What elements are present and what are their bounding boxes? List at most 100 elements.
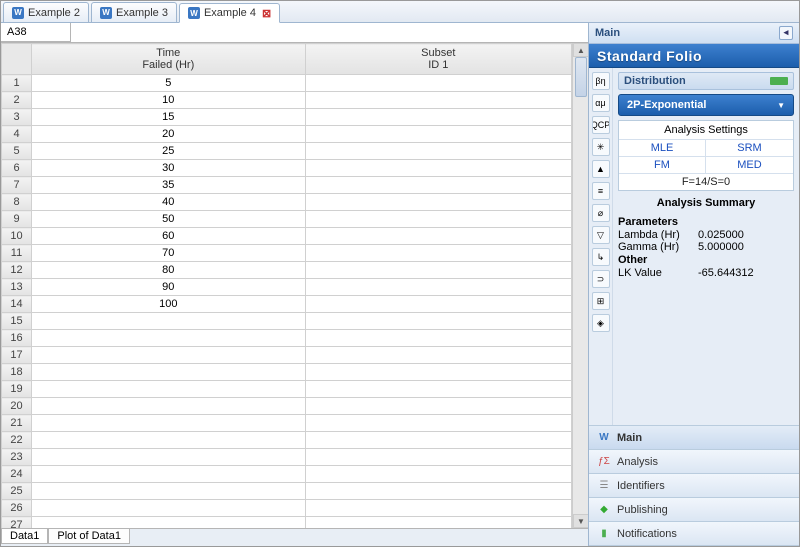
row-header[interactable]: 25 [2, 483, 32, 500]
accordion-item-identifiers[interactable]: ☰Identifiers [589, 474, 799, 498]
collapse-panel-icon[interactable]: ◂ [779, 26, 793, 40]
table-row[interactable]: 14100 [2, 296, 572, 313]
scroll-thumb[interactable] [575, 57, 587, 97]
cell-time[interactable]: 15 [32, 109, 306, 126]
cell-subset[interactable] [305, 415, 571, 432]
tool-button-6[interactable]: ⌀ [592, 204, 610, 222]
cell-time[interactable]: 10 [32, 92, 306, 109]
cell-time[interactable]: 60 [32, 228, 306, 245]
row-header[interactable]: 24 [2, 466, 32, 483]
cell-time[interactable] [32, 364, 306, 381]
cell-subset[interactable] [305, 449, 571, 466]
cell-subset[interactable] [305, 262, 571, 279]
cell-subset[interactable] [305, 483, 571, 500]
cell-time[interactable]: 90 [32, 279, 306, 296]
cell-time[interactable]: 35 [32, 177, 306, 194]
tool-button-1[interactable]: αμ [592, 94, 610, 112]
cell-time[interactable]: 50 [32, 211, 306, 228]
document-tab-0[interactable]: WExample 2 [3, 2, 89, 22]
tool-button-8[interactable]: ↳ [592, 248, 610, 266]
cell-subset[interactable] [305, 279, 571, 296]
table-row[interactable]: 25 [2, 483, 572, 500]
table-row[interactable]: 16 [2, 330, 572, 347]
table-row[interactable]: 26 [2, 500, 572, 517]
cell-subset[interactable] [305, 500, 571, 517]
cell-subset[interactable] [305, 245, 571, 262]
table-row[interactable]: 630 [2, 160, 572, 177]
cell-subset[interactable] [305, 75, 571, 92]
scroll-down-arrow[interactable]: ▼ [573, 514, 588, 528]
accordion-item-publishing[interactable]: ◆Publishing [589, 498, 799, 522]
cell-subset[interactable] [305, 432, 571, 449]
sheet-tab-plot[interactable]: Plot of Data1 [48, 529, 130, 544]
tool-button-0[interactable]: βη [592, 72, 610, 90]
cell-time[interactable] [32, 381, 306, 398]
cell-time[interactable]: 40 [32, 194, 306, 211]
table-row[interactable]: 950 [2, 211, 572, 228]
cell-time[interactable]: 20 [32, 126, 306, 143]
cell-subset[interactable] [305, 381, 571, 398]
table-row[interactable]: 24 [2, 466, 572, 483]
cell-subset[interactable] [305, 466, 571, 483]
row-header[interactable]: 23 [2, 449, 32, 466]
row-header[interactable]: 18 [2, 364, 32, 381]
row-header[interactable]: 21 [2, 415, 32, 432]
row-header[interactable]: 4 [2, 126, 32, 143]
table-row[interactable]: 18 [2, 364, 572, 381]
row-header[interactable]: 2 [2, 92, 32, 109]
close-icon[interactable]: ⊠ [262, 7, 271, 20]
table-row[interactable]: 22 [2, 432, 572, 449]
table-row[interactable]: 23 [2, 449, 572, 466]
row-header[interactable]: 16 [2, 330, 32, 347]
row-header[interactable]: 9 [2, 211, 32, 228]
tool-button-11[interactable]: ◈ [592, 314, 610, 332]
setting-med[interactable]: MED [706, 157, 793, 174]
cell-time[interactable]: 70 [32, 245, 306, 262]
row-header[interactable]: 13 [2, 279, 32, 296]
table-row[interactable]: 15 [2, 313, 572, 330]
table-row[interactable]: 20 [2, 398, 572, 415]
row-header[interactable]: 6 [2, 160, 32, 177]
row-header[interactable]: 3 [2, 109, 32, 126]
accordion-item-main[interactable]: WMain [589, 426, 799, 450]
vertical-scrollbar[interactable]: ▲ ▼ [572, 43, 588, 528]
distribution-dropdown[interactable]: 2P-Exponential ▼ [618, 94, 794, 116]
cell-subset[interactable] [305, 92, 571, 109]
data-grid[interactable]: Time Failed (Hr) Subset ID 1 [1, 43, 572, 528]
row-header[interactable]: 17 [2, 347, 32, 364]
cell-time[interactable]: 25 [32, 143, 306, 160]
row-header[interactable]: 1 [2, 75, 32, 92]
document-tab-2[interactable]: WExample 4⊠ [179, 3, 280, 23]
tool-button-4[interactable]: ▲ [592, 160, 610, 178]
cell-subset[interactable] [305, 211, 571, 228]
cell-subset[interactable] [305, 330, 571, 347]
column-header-time[interactable]: Time Failed (Hr) [32, 44, 306, 75]
tool-button-5[interactable]: ≡ [592, 182, 610, 200]
table-row[interactable]: 27 [2, 517, 572, 529]
table-row[interactable]: 1060 [2, 228, 572, 245]
cell-subset[interactable] [305, 296, 571, 313]
table-row[interactable]: 735 [2, 177, 572, 194]
cell-time[interactable]: 5 [32, 75, 306, 92]
sheet-tab-data1[interactable]: Data1 [1, 529, 48, 544]
cell-subset[interactable] [305, 160, 571, 177]
table-row[interactable]: 21 [2, 415, 572, 432]
row-header[interactable]: 15 [2, 313, 32, 330]
tool-button-2[interactable]: QCP [592, 116, 610, 134]
table-row[interactable]: 17 [2, 347, 572, 364]
cell-time[interactable] [32, 500, 306, 517]
cell-subset[interactable] [305, 364, 571, 381]
cell-time[interactable]: 80 [32, 262, 306, 279]
formula-input[interactable] [71, 23, 588, 42]
scroll-up-arrow[interactable]: ▲ [573, 43, 588, 57]
cell-time[interactable] [32, 517, 306, 529]
cell-time[interactable] [32, 483, 306, 500]
row-header[interactable]: 8 [2, 194, 32, 211]
table-row[interactable]: 15 [2, 75, 572, 92]
cell-time[interactable] [32, 449, 306, 466]
row-header[interactable]: 11 [2, 245, 32, 262]
table-row[interactable]: 19 [2, 381, 572, 398]
table-row[interactable]: 525 [2, 143, 572, 160]
row-header[interactable]: 5 [2, 143, 32, 160]
cell-time[interactable]: 100 [32, 296, 306, 313]
